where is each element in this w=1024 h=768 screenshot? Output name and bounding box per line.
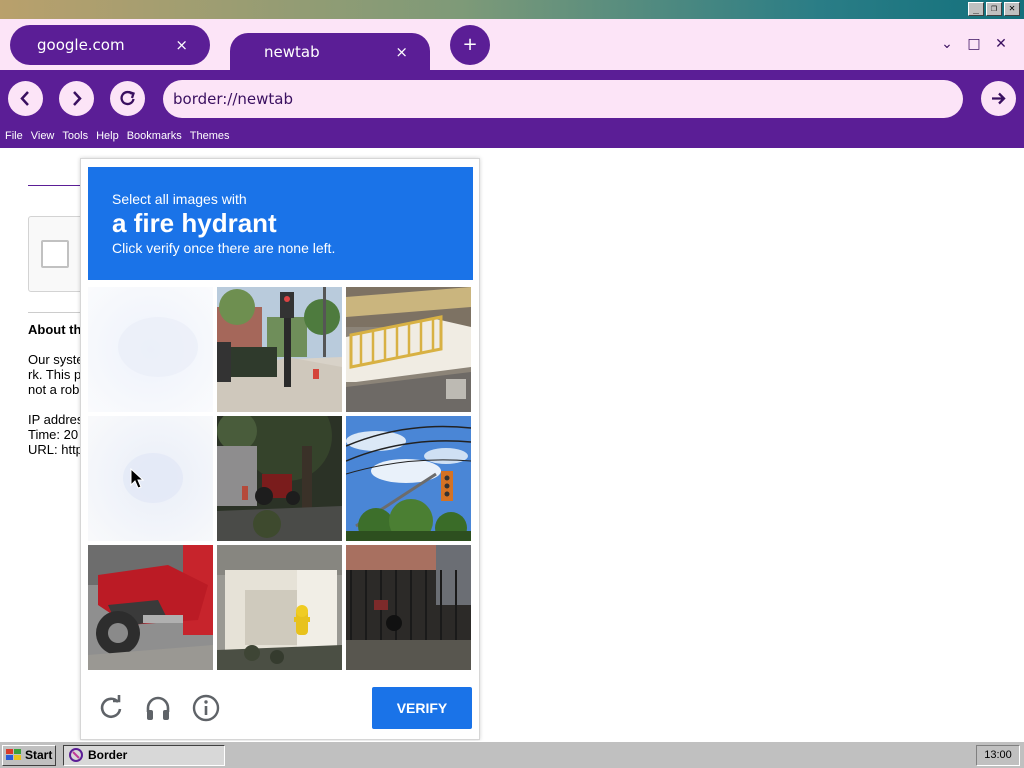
tab-newtab[interactable]: newtab × — [230, 33, 430, 70]
os-title-bar: _ ❐ ✕ — [0, 0, 1024, 19]
captcha-tile-2[interactable] — [217, 287, 342, 412]
captcha-tile-1[interactable] — [88, 287, 213, 412]
captcha-prompt: Select all images with — [112, 191, 247, 207]
page-separator — [28, 312, 88, 313]
back-button[interactable] — [8, 81, 43, 116]
ip-address-line: IP addres — [28, 412, 84, 427]
captcha-tile-3[interactable] — [346, 287, 471, 412]
os-close-button[interactable]: ✕ — [1004, 2, 1020, 16]
headphones-icon[interactable] — [143, 693, 173, 723]
os-restore-button[interactable]: ❐ — [986, 2, 1002, 16]
tab-title: google.com — [37, 36, 125, 54]
about-text-line: Our syste — [28, 352, 84, 367]
address-bar[interactable]: border://newtab — [163, 80, 963, 118]
tab-close-icon[interactable]: × — [175, 36, 188, 54]
taskbar-item-label: Border — [88, 748, 128, 762]
tab-strip: google.com × newtab × + ⌄ □ ✕ — [0, 19, 1024, 70]
captcha-tile-8[interactable] — [217, 545, 342, 670]
forward-button[interactable] — [59, 81, 94, 116]
url-line: URL: http — [28, 442, 83, 457]
mouse-cursor-icon — [130, 467, 145, 494]
maximize-icon[interactable]: □ — [966, 36, 982, 52]
info-icon[interactable] — [191, 693, 221, 723]
about-text-line: rk. This p — [28, 367, 82, 382]
page-divider — [28, 185, 88, 186]
recaptcha-checkbox[interactable] — [41, 240, 69, 268]
reload-button[interactable] — [110, 81, 145, 116]
captcha-tile-5[interactable] — [217, 416, 342, 541]
forward-arrow-icon — [73, 91, 82, 106]
menu-help[interactable]: Help — [96, 130, 119, 142]
new-tab-button[interactable]: + — [450, 25, 490, 65]
reload-icon[interactable] — [96, 693, 126, 723]
menu-view[interactable]: View — [31, 130, 55, 142]
verify-button[interactable]: VERIFY — [372, 687, 472, 729]
menu-bar: File View Tools Help Bookmarks Themes — [5, 130, 237, 142]
back-arrow-icon — [20, 91, 29, 106]
tab-close-icon[interactable]: × — [395, 43, 408, 61]
windows-logo-icon — [6, 749, 21, 760]
tab-google[interactable]: google.com × — [10, 25, 210, 65]
menu-file[interactable]: File — [5, 130, 23, 142]
go-arrow-icon — [992, 92, 1006, 105]
menu-bookmarks[interactable]: Bookmarks — [127, 130, 182, 142]
captcha-tile-6[interactable] — [346, 416, 471, 541]
captcha-challenge-dialog: Select all images with a fire hydrant Cl… — [80, 158, 480, 740]
border-browser-icon — [69, 748, 83, 762]
close-window-icon[interactable]: ✕ — [993, 36, 1009, 52]
about-heading: About th — [28, 322, 82, 337]
time-line: Time: 20 — [28, 427, 79, 442]
captcha-tile-4[interactable] — [88, 416, 213, 541]
start-label: Start — [25, 748, 53, 762]
captcha-hint: Click verify once there are none left. — [112, 240, 336, 256]
about-text-line: not a rob — [28, 382, 80, 397]
go-button[interactable] — [981, 81, 1016, 116]
taskbar: Start Border 13:00 — [0, 741, 1024, 768]
taskbar-item-border[interactable]: Border — [63, 745, 225, 766]
system-clock: 13:00 — [976, 745, 1020, 766]
os-window-controls: _ ❐ ✕ — [968, 2, 1020, 16]
os-minimize-button[interactable]: _ — [968, 2, 984, 16]
start-button[interactable]: Start — [2, 745, 56, 766]
captcha-tile-7[interactable] — [88, 545, 213, 670]
menu-tools[interactable]: Tools — [62, 130, 88, 142]
menu-themes[interactable]: Themes — [190, 130, 230, 142]
reload-icon — [120, 90, 135, 106]
captcha-instructions: Select all images with a fire hydrant Cl… — [88, 167, 473, 280]
browser-toolbar: border://newtab File View Tools Help Boo… — [0, 70, 1024, 148]
captcha-target: a fire hydrant — [112, 208, 277, 238]
minimize-icon[interactable]: ⌄ — [939, 36, 955, 52]
tab-title: newtab — [264, 42, 320, 61]
captcha-tile-9[interactable] — [346, 545, 471, 670]
